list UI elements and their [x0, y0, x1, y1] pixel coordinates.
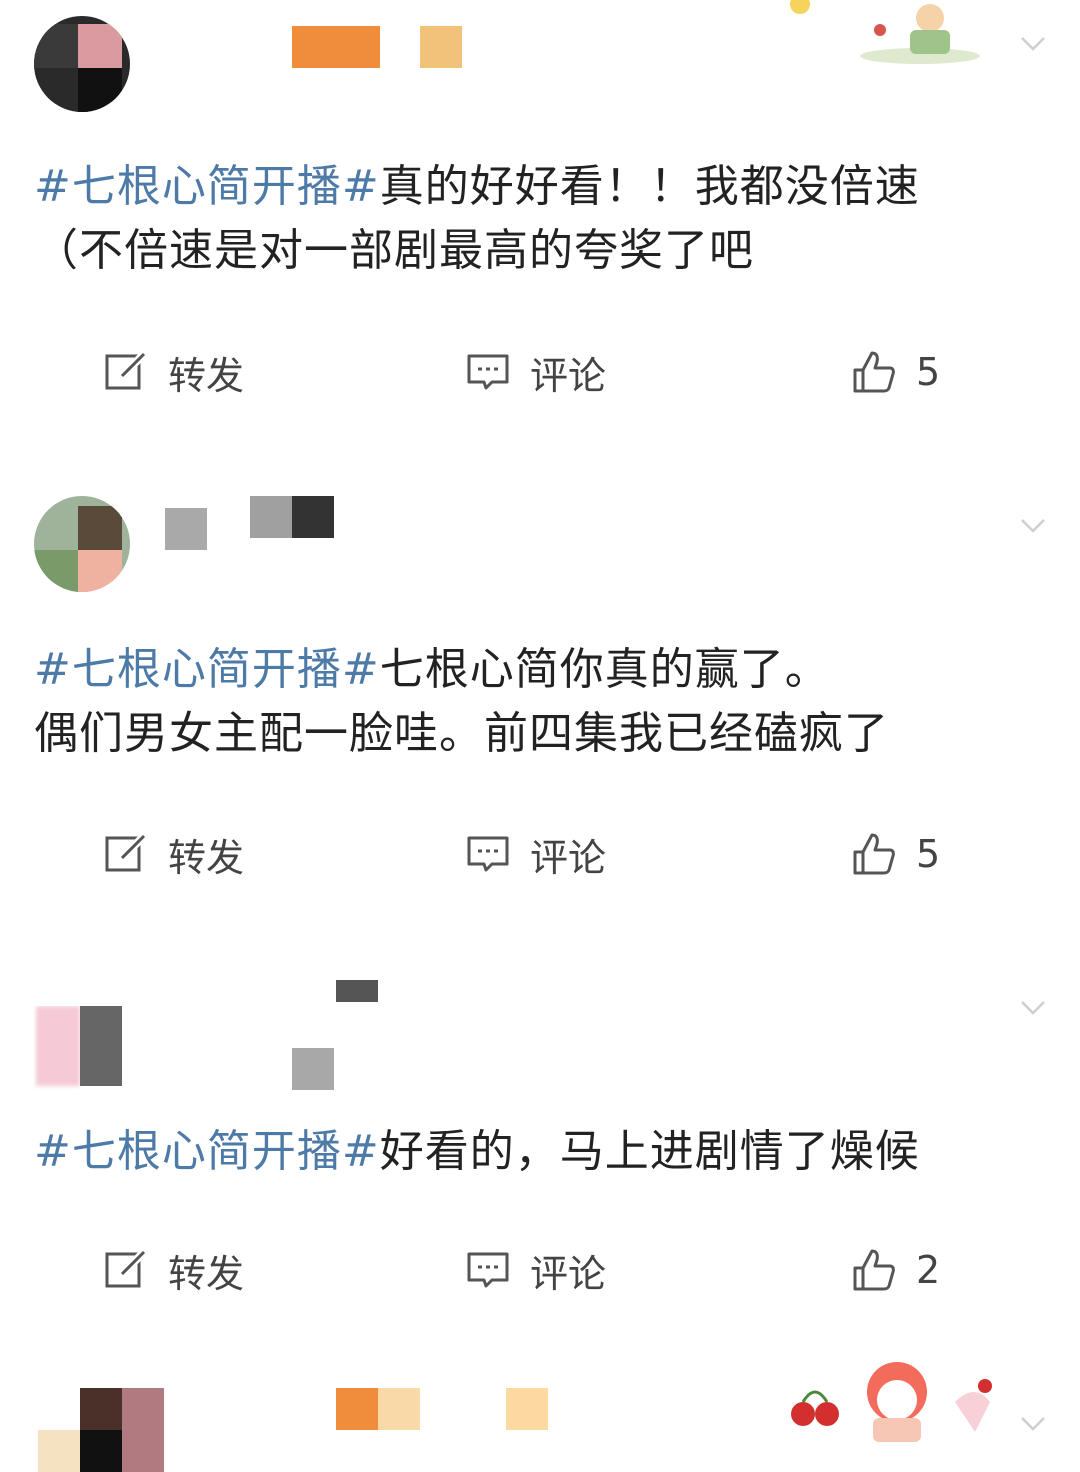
like-count: 2: [916, 1248, 941, 1292]
avatar[interactable]: [34, 1388, 130, 1472]
chevron-down-icon[interactable]: [1020, 1410, 1046, 1436]
avatar-redacted-extra: [122, 1388, 164, 1472]
chevron-down-icon[interactable]: [1020, 512, 1046, 538]
post-text: #七根心简开播#七根心简你真的赢了。 偶们男女主配一脸哇。前四集我已经磕疯了: [34, 644, 889, 759]
hashtag-link[interactable]: #七根心简开播#: [34, 161, 380, 212]
username-redacted[interactable]: [336, 1388, 378, 1430]
repost-label: 转发: [168, 1251, 245, 1296]
username-redacted-2: [336, 980, 378, 1002]
comment-bubble-icon: [467, 354, 509, 390]
comment-bubble-icon: [467, 836, 509, 872]
avatar[interactable]: [34, 496, 130, 592]
action-bar: 转发 评论 5: [0, 824, 1080, 884]
thumbs-up-icon: [853, 833, 895, 875]
edit-share-icon: [105, 833, 147, 872]
comment-button[interactable]: 评论: [466, 1240, 606, 1300]
username-redacted[interactable]: [292, 26, 380, 68]
username-redacted-2: [420, 26, 462, 68]
username-redacted[interactable]: [165, 508, 207, 550]
username-redacted-3: [506, 1388, 548, 1430]
comment-label: 评论: [530, 835, 607, 880]
chevron-down-icon[interactable]: [1020, 30, 1046, 56]
like-count: 5: [916, 350, 941, 394]
hashtag-link[interactable]: #七根心简开播#: [34, 1126, 380, 1177]
thumbs-up-icon: [853, 351, 895, 393]
repost-button[interactable]: 转发: [104, 1240, 244, 1300]
post-card: [0, 1350, 1080, 1472]
avatar[interactable]: [34, 16, 130, 112]
post-card: #七根心简开播#真的好好看！！我都没倍速 （不倍速是对一部剧最高的夸奖了吧 转发…: [0, 0, 1080, 460]
username-redacted-3: [292, 496, 334, 538]
sticker-decoration: [791, 1362, 992, 1442]
repost-button[interactable]: 转发: [104, 824, 244, 884]
like-button[interactable]: 5: [852, 342, 940, 402]
comment-button[interactable]: 评论: [466, 824, 606, 884]
thumbs-up-icon: [853, 1249, 895, 1291]
repost-button[interactable]: 转发: [104, 342, 244, 402]
repost-label: 转发: [168, 835, 245, 880]
post-text: #七根心简开播#好看的，马上进剧情了燥候: [34, 1126, 920, 1177]
comment-bubble-icon: [467, 1252, 509, 1288]
action-bar: 转发 评论 2: [0, 1240, 1080, 1300]
edit-share-icon: [105, 1249, 147, 1288]
avatar[interactable]: [34, 1006, 130, 1102]
like-button[interactable]: 2: [852, 1240, 940, 1300]
username-redacted-2: [250, 496, 292, 538]
like-count: 5: [916, 832, 941, 876]
post-text: #七根心简开播#真的好好看！！我都没倍速 （不倍速是对一部剧最高的夸奖了吧: [34, 161, 920, 276]
hashtag-link[interactable]: #七根心简开播#: [34, 644, 380, 695]
post-card: #七根心简开播#好看的，马上进剧情了燥候 转发 评论 2: [0, 960, 1080, 1350]
username-redacted-2: [378, 1388, 420, 1430]
comment-button[interactable]: 评论: [466, 342, 606, 402]
like-button[interactable]: 5: [852, 824, 940, 884]
sticker-decoration: [790, 0, 980, 64]
edit-share-icon: [105, 351, 147, 390]
chevron-down-icon[interactable]: [1020, 994, 1046, 1020]
repost-label: 转发: [168, 353, 245, 398]
comment-label: 评论: [530, 353, 607, 398]
username-redacted[interactable]: [292, 1048, 334, 1090]
action-bar: 转发 评论 5: [0, 342, 1080, 402]
post-card: #七根心简开播#七根心简你真的赢了。 偶们男女主配一脸哇。前四集我已经磕疯了 转…: [0, 470, 1080, 950]
comment-label: 评论: [530, 1251, 607, 1296]
